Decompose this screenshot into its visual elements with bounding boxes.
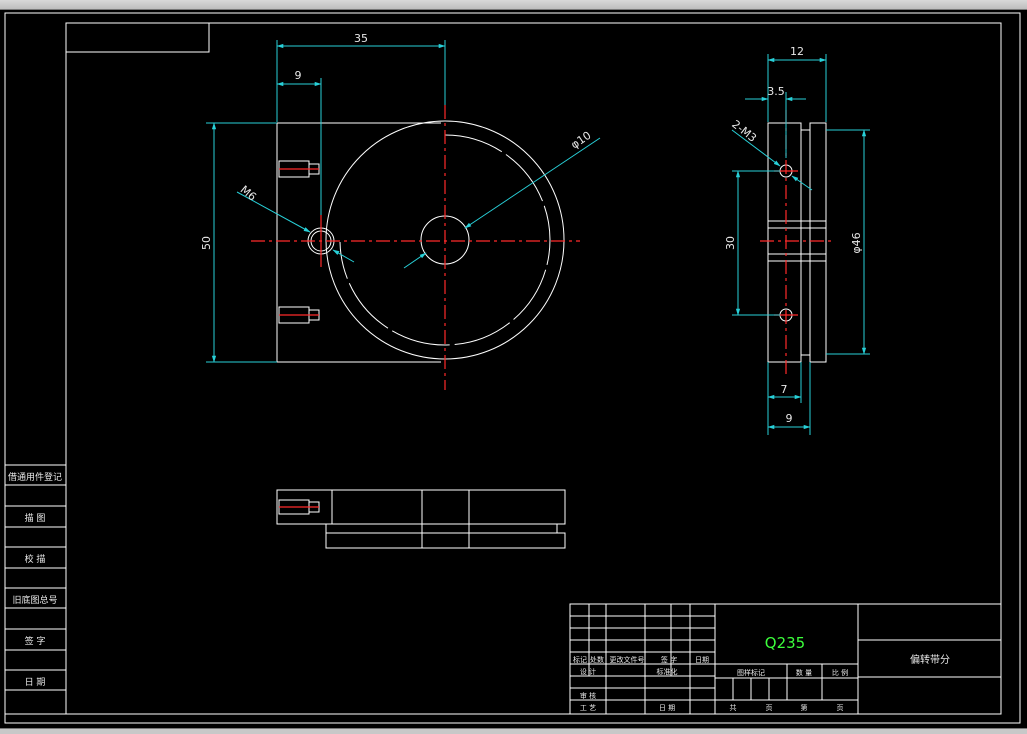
material-label: Q235 xyxy=(765,634,805,652)
top-view xyxy=(276,489,566,549)
window-title-bar xyxy=(0,0,1027,10)
dim-top-width: 35 xyxy=(354,32,368,45)
side-label-4: 签 字 xyxy=(25,635,46,647)
label-stage-mark: 图样标记 xyxy=(737,668,765,677)
title-block: 标记 处数 更改文件号 签 字 日期 设 计 标准化 审 核 工 艺 日 期 图… xyxy=(569,603,1002,715)
hdr-count: 处数 xyxy=(590,655,604,664)
status-bar xyxy=(0,728,1027,734)
cad-drawing-canvas[interactable]: 借通用件登记 描 图 校 描 旧底图总号 签 字 日 期 35 9 50 M6 … xyxy=(0,10,1027,728)
hdr-date: 日期 xyxy=(695,656,709,664)
label-sheet: 页 xyxy=(766,704,773,712)
label-design: 设 计 xyxy=(580,667,596,676)
side-label-1: 描 图 xyxy=(25,512,46,524)
label-weight: 数 量 xyxy=(796,668,812,677)
dim-hole-spacing: 30 xyxy=(724,236,737,250)
corner-box xyxy=(65,22,210,53)
label-date: 日 期 xyxy=(659,704,675,712)
dim-thread: M6 xyxy=(238,183,259,204)
side-label-5: 日 期 xyxy=(25,677,46,688)
side-label-0: 借通用件登记 xyxy=(8,471,62,483)
label-page-no: 第 xyxy=(801,703,808,712)
dim-outer-diameter: φ46 xyxy=(850,232,863,253)
label-sheet2: 页 xyxy=(837,704,844,712)
label-process: 工 艺 xyxy=(580,704,596,712)
part-name: 偏转带分 xyxy=(910,653,950,666)
dim-side-offset: 3.5 xyxy=(767,85,785,98)
dim-side-width: 12 xyxy=(790,45,804,58)
dim-height: 50 xyxy=(200,236,213,250)
dim-bottom-b: 9 xyxy=(786,412,793,425)
dim-bottom-a: 7 xyxy=(781,383,788,396)
side-table: 借通用件登记 描 图 校 描 旧底图总号 签 字 日 期 xyxy=(4,464,67,715)
label-total: 共 xyxy=(730,703,737,712)
label-review: 审 核 xyxy=(580,691,596,700)
inner-border xyxy=(65,22,1002,715)
dim-bore: φ10 xyxy=(569,129,594,152)
hdr-sign: 签 字 xyxy=(661,655,677,664)
side-label-3: 旧底图总号 xyxy=(12,594,57,606)
side-view: 12 3.5 2-M3 30 φ46 7 9 xyxy=(724,45,870,435)
hdr-mark: 标记 xyxy=(573,655,587,664)
front-view: 35 9 50 M6 φ10 xyxy=(200,32,601,390)
side-label-2: 校 描 xyxy=(25,553,46,565)
dim-holes: 2-M3 xyxy=(729,118,759,145)
label-standardization: 标准化 xyxy=(657,667,678,676)
hdr-change: 更改文件号 xyxy=(610,655,645,664)
label-scale: 比 例 xyxy=(832,668,848,677)
dim-hole-offset: 9 xyxy=(295,69,302,82)
outer-border xyxy=(4,12,1021,724)
